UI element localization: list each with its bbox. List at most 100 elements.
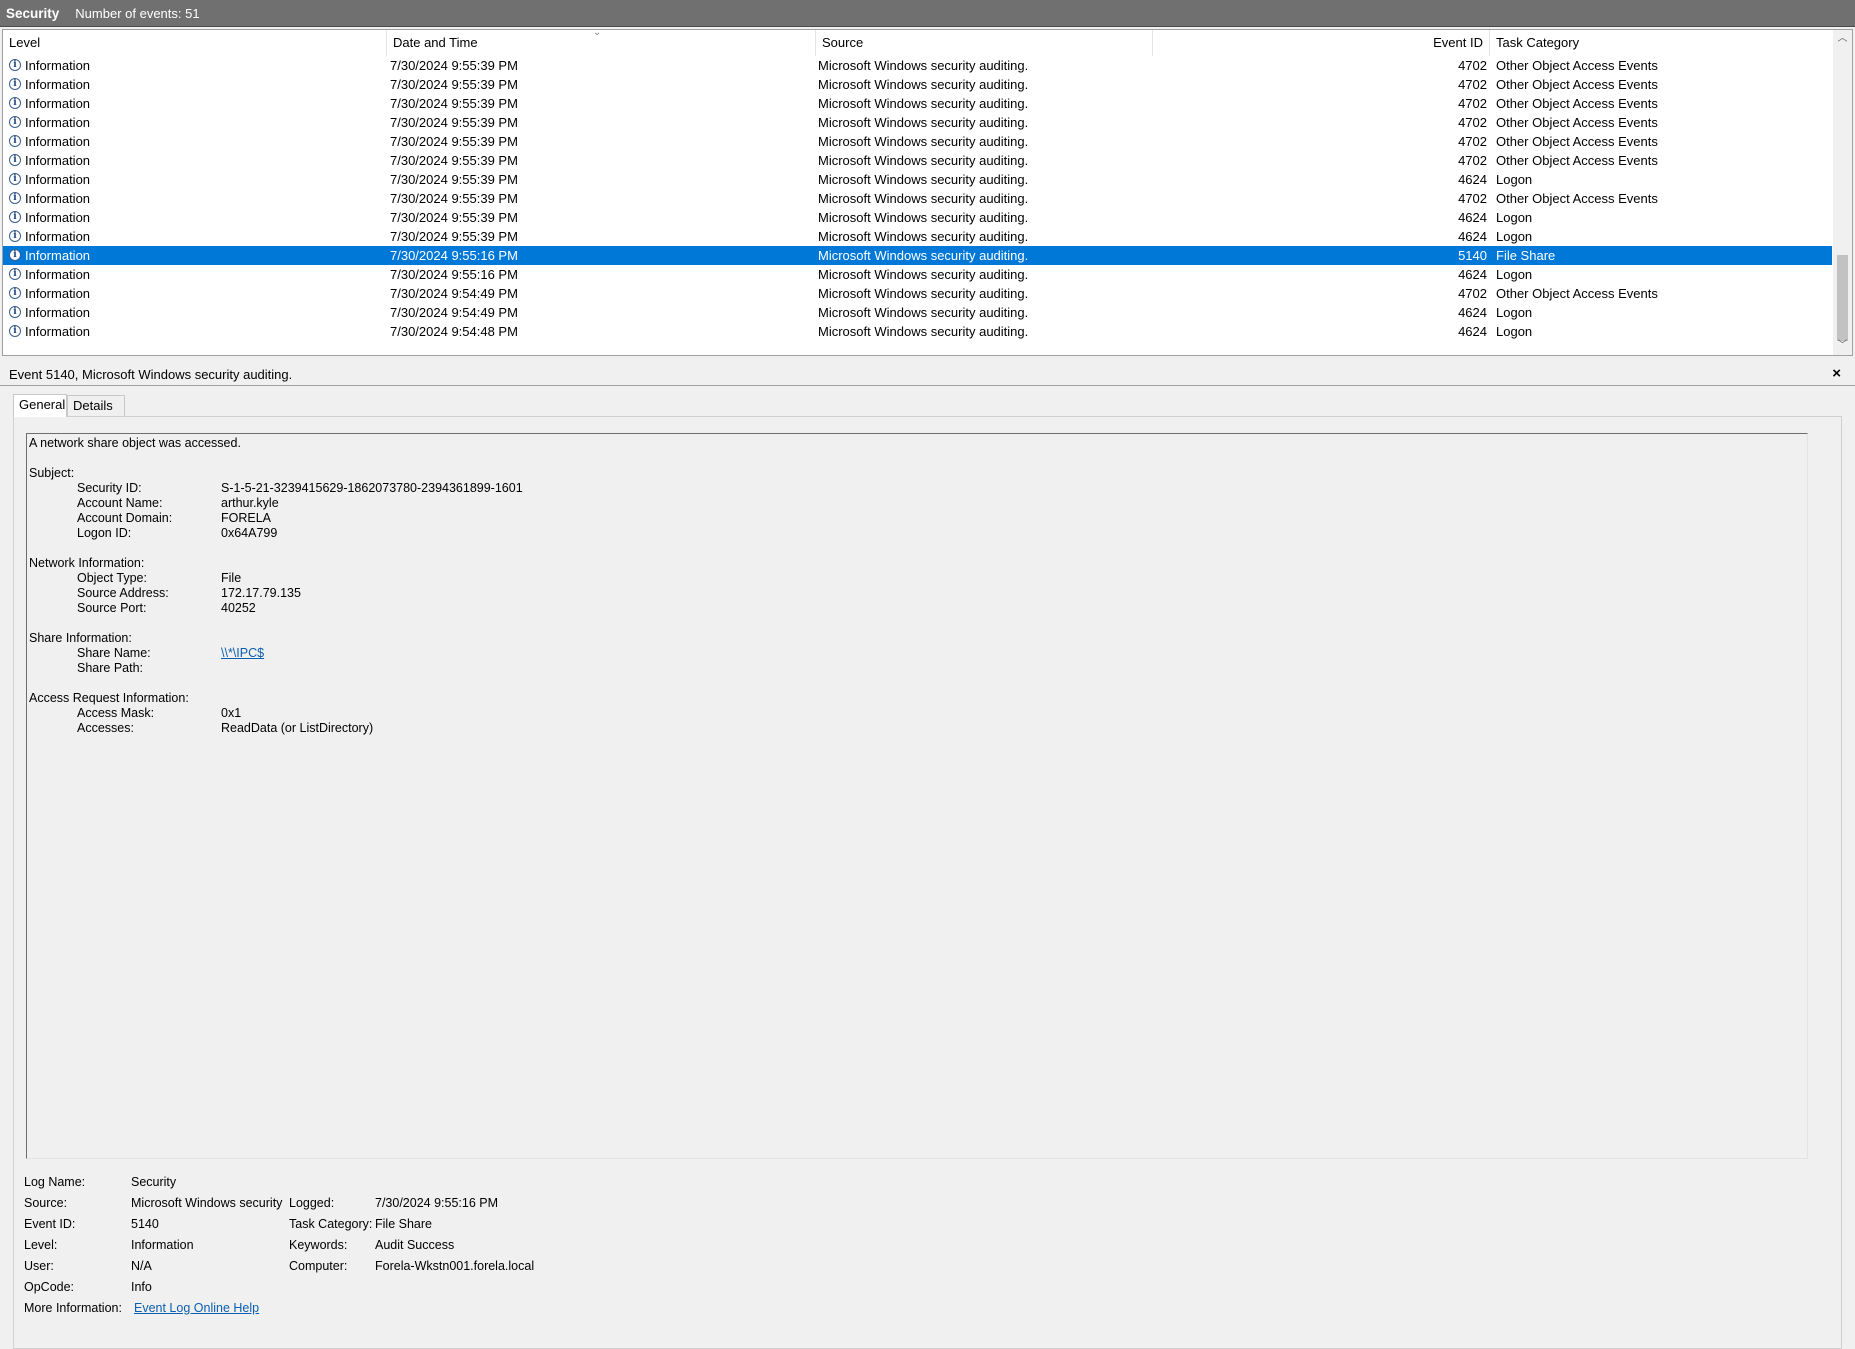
account-name-value: arthur.kyle — [221, 496, 279, 510]
information-icon: i — [9, 306, 21, 318]
task-category-cell: Other Object Access Events — [1496, 153, 1658, 168]
table-row[interactable]: i Information 7/30/2024 9:55:39 PM Microsof… — [3, 94, 1832, 113]
information-icon: i — [9, 192, 21, 204]
task-category-cell: Logon — [1496, 210, 1533, 225]
account-name-label: Account Name: — [77, 496, 163, 510]
table-row[interactable]: i Information 7/30/2024 9:54:49 PM Microsof… — [3, 284, 1832, 303]
scroll-up-icon[interactable]: ︿ — [1833, 31, 1852, 47]
table-row[interactable]: i Information 7/30/2024 9:55:39 PM Microsof… — [3, 208, 1832, 227]
information-icon: i — [9, 287, 21, 299]
date-cell: 7/30/2024 9:55:39 PM — [390, 134, 518, 149]
computer-value: Forela-Wkstn001.forela.local — [375, 1259, 535, 1273]
date-cell: 7/30/2024 9:55:39 PM — [390, 58, 518, 73]
task-category-value: File Share — [375, 1217, 432, 1231]
information-icon: i — [9, 268, 21, 280]
table-row[interactable]: i Information 7/30/2024 9:55:39 PM Microsof… — [3, 170, 1832, 189]
opcode-value: Info — [131, 1280, 152, 1294]
table-row[interactable]: i Information 7/30/2024 9:55:39 PM Microsof… — [3, 132, 1832, 151]
events-list[interactable]: Level Date and Time ⌄ Source Event ID Ta… — [2, 29, 1853, 356]
level-cell: Information — [25, 248, 91, 263]
share-path-label: Share Path: — [77, 661, 144, 675]
event-message-box[interactable]: A network share object was accessed. Sub… — [26, 433, 1808, 1159]
event-id-cell: 4702 — [1458, 96, 1487, 111]
event-id-cell: 4702 — [1458, 115, 1487, 130]
event-id-cell: 4624 — [1458, 210, 1487, 225]
source-value: Microsoft Windows security — [131, 1196, 283, 1210]
table-row[interactable]: i Information 7/30/2024 9:54:48 PM Microsof… — [3, 322, 1832, 341]
information-icon: i — [9, 249, 21, 261]
column-header-date[interactable]: Date and Time — [387, 30, 816, 56]
tab-details[interactable]: Details — [67, 395, 125, 416]
table-row[interactable]: i Information 7/30/2024 9:55:39 PM Microsof… — [3, 56, 1832, 75]
event-id-cell: 4702 — [1458, 77, 1487, 92]
event-log-help-link[interactable]: Event Log Online Help — [134, 1301, 259, 1315]
table-row-selected[interactable]: i Information 7/30/2024 9:55:16 PM Microsof… — [3, 246, 1832, 265]
task-category-cell: Logon — [1496, 229, 1533, 244]
tab-general[interactable]: General — [13, 394, 67, 417]
pane-splitter[interactable] — [0, 357, 1855, 363]
source-label: Source: — [24, 1196, 68, 1210]
events-list-scrollbar[interactable]: ︿ ﹀ — [1833, 30, 1852, 355]
task-category-cell: Logon — [1496, 305, 1533, 320]
table-row[interactable]: i Information 7/30/2024 9:55:39 PM Microsof… — [3, 75, 1832, 94]
object-type-label: Object Type: — [77, 571, 147, 585]
source-cell: Microsoft Windows security auditing. — [818, 229, 1029, 244]
scroll-thumb[interactable] — [1837, 255, 1848, 341]
network-info-header: Network Information: — [29, 556, 145, 570]
level-cell: Information — [25, 267, 91, 282]
more-info-label: More Information: — [24, 1301, 122, 1315]
level-cell: Information — [25, 305, 91, 320]
date-cell: 7/30/2024 9:55:39 PM — [390, 172, 518, 187]
information-icon: i — [9, 59, 21, 71]
table-row[interactable]: i Information 7/30/2024 9:55:39 PM Microsof… — [3, 189, 1832, 208]
column-header-task-category[interactable]: Task Category — [1490, 30, 1834, 56]
source-cell: Microsoft Windows security auditing. — [818, 324, 1029, 339]
level-cell: Information — [25, 210, 91, 225]
table-row[interactable]: i Information 7/30/2024 9:54:49 PM Microsof… — [3, 303, 1832, 322]
task-category-cell: Other Object Access Events — [1496, 58, 1658, 73]
column-header-source[interactable]: Source — [816, 30, 1153, 56]
table-row[interactable]: i Information 7/30/2024 9:55:39 PM Microsof… — [3, 113, 1832, 132]
date-cell: 7/30/2024 9:54:49 PM — [390, 286, 518, 301]
level-cell: Information — [25, 77, 91, 92]
information-icon: i — [9, 135, 21, 147]
user-label: User: — [24, 1259, 54, 1273]
column-header-event-id[interactable]: Event ID — [1153, 30, 1490, 56]
level-cell: Information — [25, 134, 91, 149]
share-name-link[interactable]: \\*\IPC$ — [221, 646, 264, 660]
table-row[interactable]: i Information 7/30/2024 9:55:16 PM Microsof… — [3, 265, 1832, 284]
date-cell: 7/30/2024 9:55:39 PM — [390, 191, 518, 206]
computer-label: Computer: — [289, 1259, 348, 1273]
task-category-cell: Logon — [1496, 172, 1533, 187]
events-list-header: Level Date and Time ⌄ Source Event ID Ta… — [3, 30, 1832, 56]
source-cell: Microsoft Windows security auditing. — [818, 172, 1029, 187]
scroll-down-icon[interactable]: ﹀ — [1833, 338, 1852, 354]
table-row[interactable]: i Information 7/30/2024 9:55:39 PM Microsof… — [3, 227, 1832, 246]
sort-descending-icon: ⌄ — [593, 29, 602, 38]
event-id-cell: 4624 — [1458, 324, 1487, 339]
date-cell: 7/30/2024 9:54:49 PM — [390, 305, 518, 320]
share-info-header: Share Information: — [29, 631, 132, 645]
source-cell: Microsoft Windows security auditing. — [818, 286, 1029, 301]
level-cell: Information — [25, 96, 91, 111]
security-id-value: S-1-5-21-3239415629-1862073780-239436189… — [221, 481, 523, 495]
event-id-cell: 4702 — [1458, 153, 1487, 168]
logged-label: Logged: — [289, 1196, 335, 1210]
event-detail-title: Event 5140, Microsoft Windows security a… — [9, 367, 293, 382]
level-cell: Information — [25, 172, 91, 187]
table-row[interactable]: i Information 7/30/2024 9:55:39 PM Microsof… — [3, 151, 1832, 170]
information-icon: i — [9, 230, 21, 242]
date-cell: 7/30/2024 9:55:16 PM — [390, 248, 518, 263]
column-header-level[interactable]: Level — [3, 30, 387, 56]
log-name-title: Security — [6, 5, 60, 21]
level-cell: Information — [25, 229, 91, 244]
access-mask-label: Access Mask: — [77, 706, 155, 720]
source-cell: Microsoft Windows security auditing. — [818, 134, 1029, 149]
source-address-label: Source Address: — [77, 586, 169, 600]
event-id-cell: 4702 — [1458, 191, 1487, 206]
information-icon: i — [9, 154, 21, 166]
close-icon[interactable]: × — [1832, 365, 1841, 382]
logged-value: 7/30/2024 9:55:16 PM — [375, 1196, 499, 1210]
source-cell: Microsoft Windows security auditing. — [818, 267, 1029, 282]
share-name-label: Share Name: — [77, 646, 151, 660]
